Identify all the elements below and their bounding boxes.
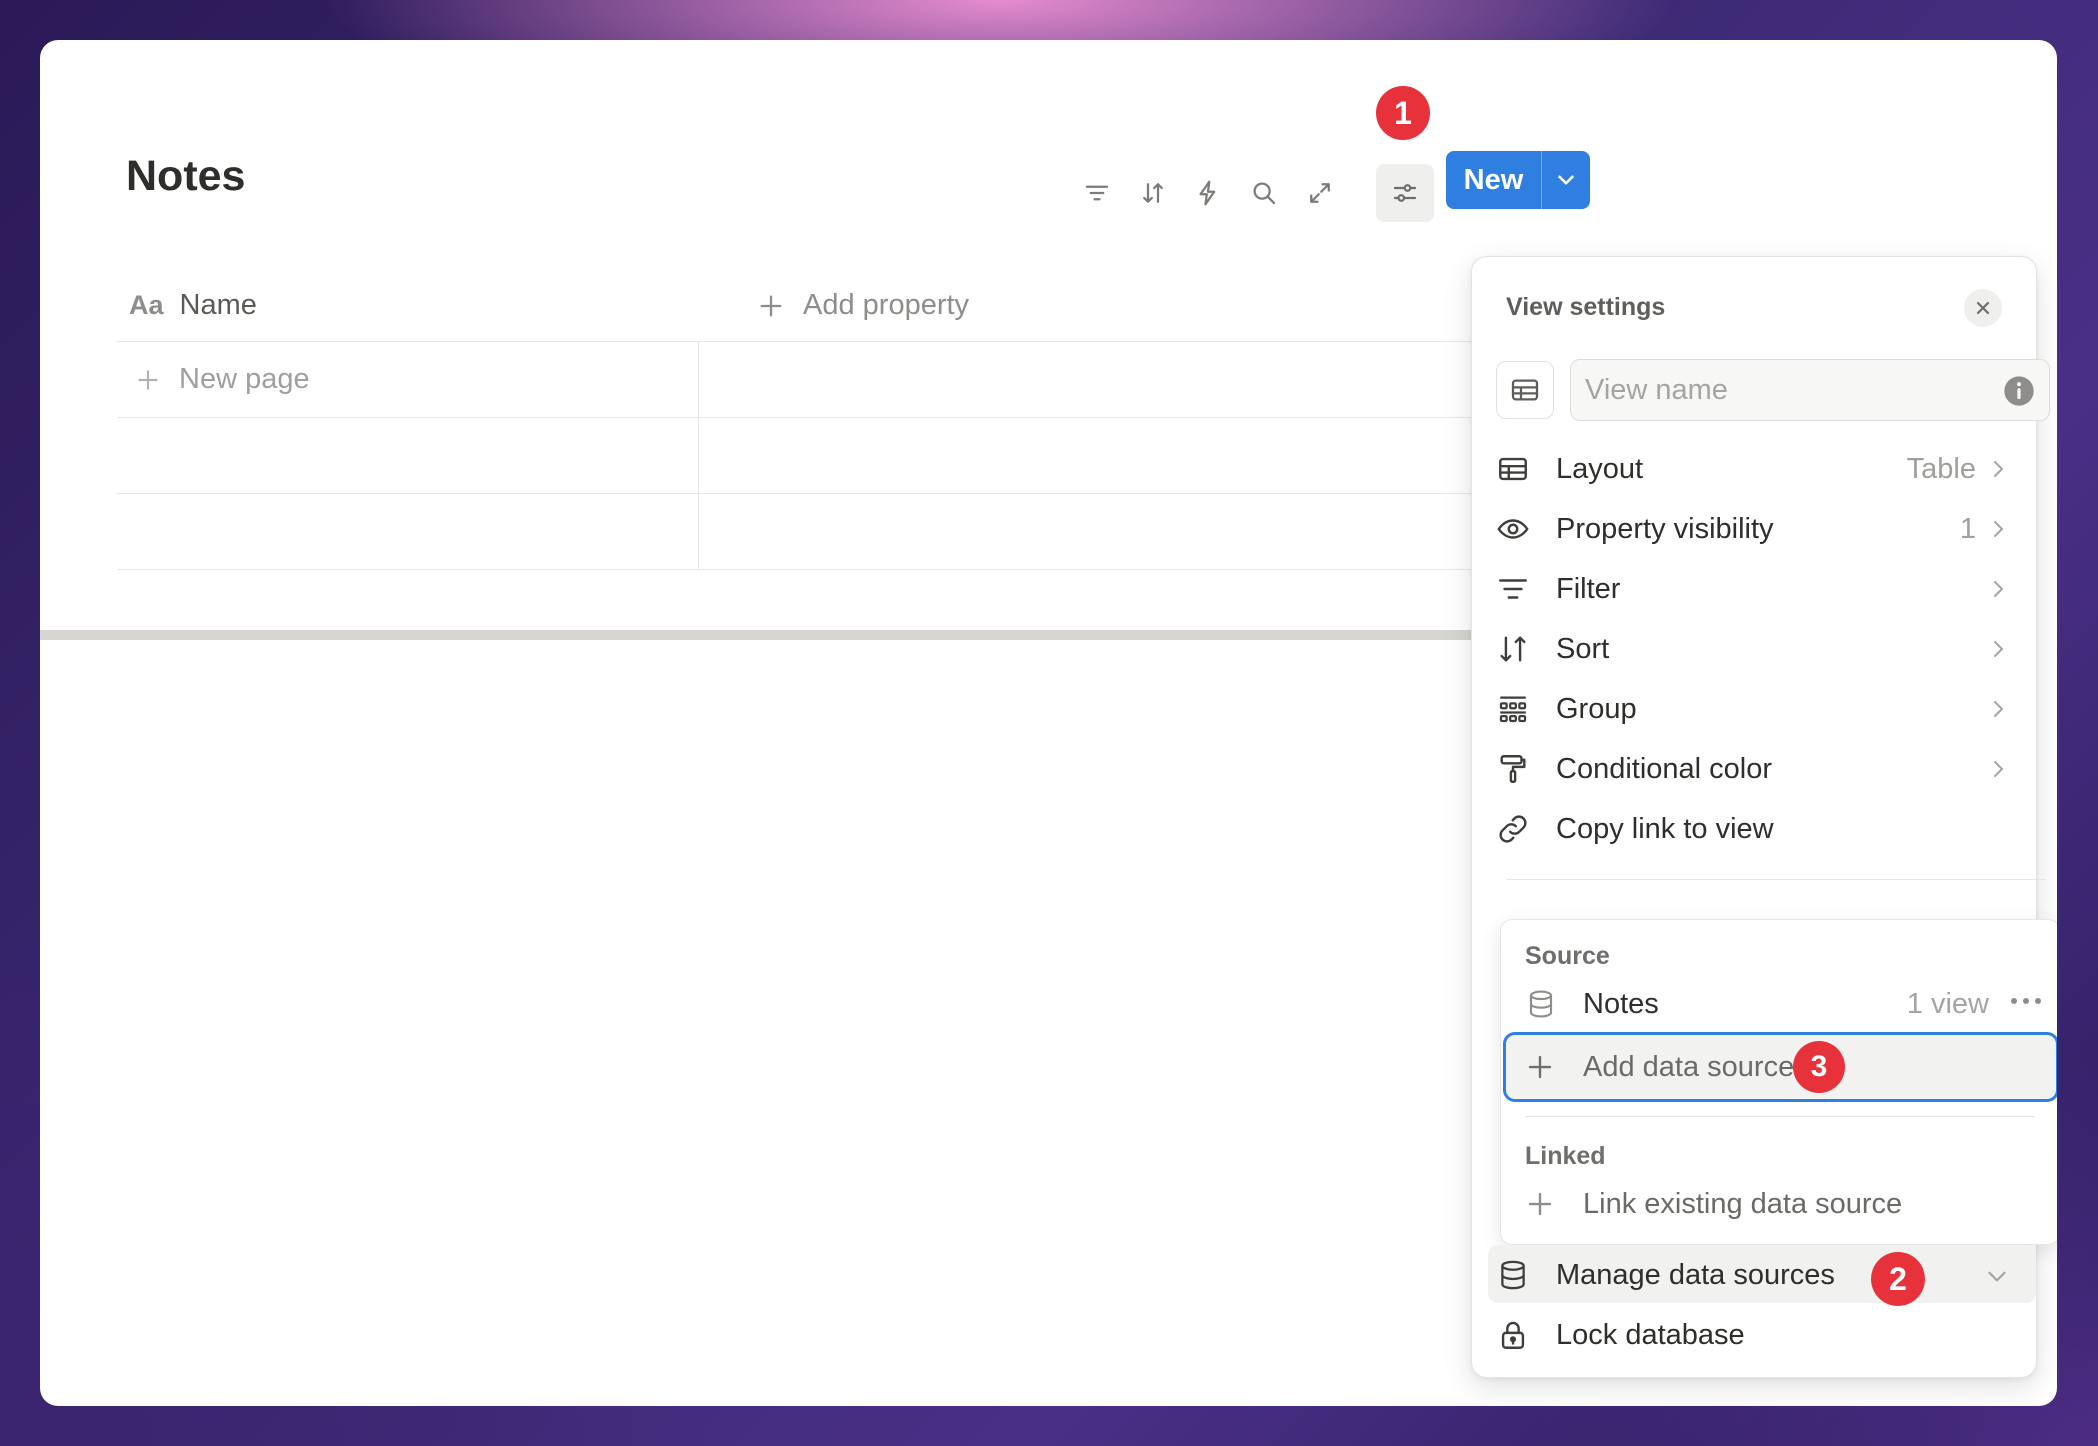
table-row[interactable]	[117, 418, 1497, 494]
link-existing-label: Link existing data source	[1583, 1187, 1903, 1220]
add-data-source-label: Add data source	[1583, 1050, 1795, 1083]
menu-item-label: Property visibility	[1556, 512, 1774, 545]
more-icon[interactable]	[2011, 998, 2041, 1004]
divider	[1525, 1116, 2035, 1117]
chevron-right-icon	[1986, 577, 2010, 606]
menu-item-group[interactable]: Group	[1496, 681, 2036, 737]
source-item-value: 1 view	[1906, 987, 1989, 1020]
chevron-down-icon[interactable]	[1542, 151, 1590, 209]
filter-icon[interactable]	[1072, 168, 1122, 218]
table-header-row: Aa Name Add property	[117, 270, 1497, 342]
new-page-label: New page	[179, 363, 310, 395]
menu-item-label: Layout	[1556, 452, 1644, 485]
menu-item-value: 1	[1959, 512, 1976, 545]
column-header-name[interactable]: Aa Name	[129, 270, 257, 341]
search-icon[interactable]	[1239, 168, 1289, 218]
database-icon	[1525, 988, 1567, 1020]
page-title: Notes	[126, 152, 246, 200]
table-row[interactable]: New page	[117, 342, 1497, 418]
filter-icon	[1496, 572, 1538, 606]
add-data-source-button[interactable]: Add data source	[1525, 1039, 2045, 1095]
text-aa-icon: Aa	[129, 290, 164, 320]
eye-icon	[1496, 512, 1538, 546]
menu-item-label: Group	[1556, 692, 1637, 725]
annotation-badge-3: 3	[1793, 1041, 1845, 1093]
menu-item-manage-data-sources[interactable]: Manage data sources	[1496, 1247, 2036, 1303]
group-icon	[1496, 692, 1538, 726]
lock-icon	[1496, 1318, 1538, 1352]
divider	[40, 630, 1480, 640]
menu-item-lock-database[interactable]: Lock database	[1496, 1307, 2036, 1363]
link-existing-data-source-button[interactable]: Link existing data source	[1525, 1176, 2045, 1232]
new-button-label[interactable]: New	[1446, 151, 1542, 209]
chevron-right-icon	[1986, 637, 2010, 666]
sort-icon[interactable]	[1128, 168, 1178, 218]
chevron-right-icon	[1986, 517, 2010, 546]
annotation-badge-2: 2	[1871, 1252, 1925, 1306]
database-icon	[1496, 1258, 1538, 1292]
divider	[1506, 879, 2046, 880]
menu-item-label: Conditional color	[1556, 752, 1773, 785]
annotation-badge-1: 1	[1376, 86, 1430, 140]
menu-item-conditional-color[interactable]: Conditional color	[1496, 741, 2036, 797]
plus-icon	[135, 367, 161, 393]
add-property-label: Add property	[803, 289, 970, 321]
menu-item-property-visibility[interactable]: Property visibility 1	[1496, 501, 2036, 557]
view-settings-panel: View settings Layout Table Property visi…	[1471, 256, 2057, 1378]
table-icon	[1496, 452, 1538, 486]
menu-item-label: Manage data sources	[1556, 1258, 1835, 1291]
source-item-name: Notes	[1583, 987, 1659, 1020]
menu-item-layout[interactable]: Layout Table	[1496, 441, 2036, 497]
source-item-notes[interactable]: Notes 1 view	[1525, 976, 2045, 1032]
paint-roller-icon	[1496, 752, 1538, 786]
expand-icon[interactable]	[1295, 168, 1345, 218]
chevron-right-icon	[1986, 757, 2010, 786]
plus-icon	[757, 292, 785, 320]
data-source-popover: Source Notes 1 view Add data source 3 Li…	[1500, 919, 2057, 1245]
app-window: Notes 1 New Aa Name Add property New pag…	[40, 40, 2057, 1406]
database-table: Aa Name Add property New page	[117, 270, 1497, 570]
linked-section-label: Linked	[1525, 1142, 1606, 1170]
menu-item-label: Filter	[1556, 572, 1621, 605]
menu-item-copy-link[interactable]: Copy link to view	[1496, 801, 2036, 857]
add-property-button[interactable]: Add property	[757, 270, 969, 341]
view-name-input[interactable]	[1585, 373, 1985, 407]
view-icon-button[interactable]	[1496, 361, 1554, 419]
table-icon	[1511, 379, 1539, 401]
menu-item-value: Table	[1906, 452, 1976, 485]
table-row[interactable]	[117, 494, 1497, 570]
new-page-button[interactable]: New page	[135, 342, 310, 417]
chevron-right-icon	[1986, 697, 2010, 726]
lightning-icon[interactable]	[1183, 168, 1233, 218]
settings-sliders-icon[interactable]	[1376, 164, 1434, 222]
source-section-label: Source	[1525, 942, 1610, 970]
menu-item-filter[interactable]: Filter	[1496, 561, 2036, 617]
close-icon[interactable]	[1964, 289, 2002, 327]
column-header-label: Name	[179, 289, 257, 321]
new-button[interactable]: New	[1446, 151, 1590, 209]
menu-item-label: Lock database	[1556, 1318, 1745, 1351]
plus-icon	[1525, 1189, 1567, 1219]
chevron-right-icon	[1986, 457, 2010, 486]
panel-title: View settings	[1506, 293, 1666, 321]
sort-icon	[1496, 632, 1538, 666]
plus-icon	[1525, 1052, 1567, 1082]
chevron-down-icon	[1984, 1263, 2010, 1294]
menu-item-label: Copy link to view	[1556, 812, 1774, 845]
menu-item-sort[interactable]: Sort	[1496, 621, 2036, 677]
view-name-field[interactable]	[1570, 359, 2050, 421]
menu-item-label: Sort	[1556, 632, 1610, 665]
info-icon[interactable]	[2003, 375, 2035, 412]
link-icon	[1496, 812, 1538, 846]
